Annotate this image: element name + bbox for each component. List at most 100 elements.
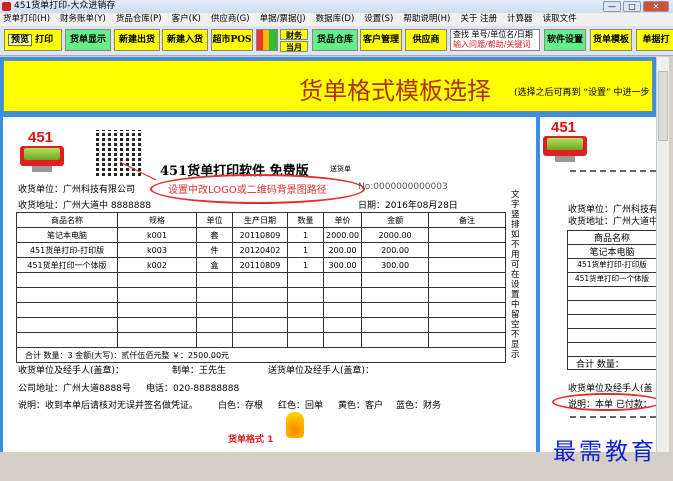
- pos-button[interactable]: 超市POS: [211, 29, 253, 51]
- preview-print-button[interactable]: 预览 打印: [4, 29, 62, 51]
- search-label: 查找 单号/单位名/日期: [453, 30, 533, 39]
- cell: 20120402: [232, 242, 288, 258]
- preview-button[interactable]: 预览: [8, 34, 33, 46]
- col-unit: 单位: [196, 212, 233, 228]
- software-settings-button[interactable]: 软件设置: [544, 29, 586, 51]
- format-label[interactable]: 货单格式 1: [228, 432, 273, 445]
- warehouse-button[interactable]: 货品仓库: [312, 29, 358, 51]
- logo-text: 451: [28, 129, 54, 146]
- total-text: 合计 数量：3 金额(大写)：贰仟伍佰元整 ￥：2500.00元: [16, 347, 506, 363]
- banner-note: (选择之后可再到 “设置” 中进一步: [514, 88, 650, 98]
- copy-yellow: 黄色：客户: [338, 401, 384, 411]
- vertical-text: 文字 竖排 如不用可在设置中留空不显示: [511, 190, 520, 360]
- annotation-text: 设置中改LOGO或二维码背景图路径: [168, 185, 327, 196]
- cell: 件: [196, 242, 233, 258]
- print-button[interactable]: 打印: [35, 35, 53, 45]
- maker: 制单：王先生: [172, 366, 227, 376]
- col-date: 生产日期: [232, 212, 288, 228]
- cell: 300.00: [361, 257, 430, 273]
- menu-print[interactable]: 货单打印(H): [3, 13, 50, 26]
- documents-button[interactable]: 单据打: [636, 29, 673, 51]
- show-invoice-button[interactable]: 货单显示: [65, 29, 111, 51]
- new-inbound-button[interactable]: 新建入货: [162, 29, 208, 51]
- chart-icon: [256, 29, 278, 51]
- title-bar: 451货单打印-大众进销存 — □ ✕: [0, 0, 673, 13]
- maximize-button[interactable]: □: [623, 1, 641, 12]
- copy-white: 白色：存根: [218, 401, 264, 411]
- cell: 20110809: [232, 227, 288, 243]
- sender-signature: 送货单位及经手人(盖章)：: [268, 366, 375, 376]
- col-price: 单价: [322, 212, 363, 228]
- address-2: 收货地址：广州大道中: [568, 217, 656, 227]
- menu-about[interactable]: 关于 注册: [460, 13, 497, 26]
- menu-finance[interactable]: 财务账单(Y): [60, 13, 106, 26]
- banner-title: 货单格式模板选择: [299, 77, 491, 105]
- scrollbar-thumb[interactable]: [658, 71, 668, 141]
- menu-settings[interactable]: 设置(S): [364, 13, 393, 26]
- cell: 200.00: [361, 242, 430, 258]
- company-address: 公司地址：广州大道8888号: [18, 384, 131, 394]
- menu-warehouse[interactable]: 货品仓库(P): [116, 13, 162, 26]
- table-row: 451货单打印一个体版 k002 盒 20110809 1 300.00 300.00: [16, 257, 506, 273]
- table-row: [16, 302, 506, 318]
- cell: 笔记本电脑: [16, 227, 118, 243]
- cell: [428, 257, 506, 273]
- phone: 电话：020-88888888: [146, 384, 240, 394]
- table-row: [16, 317, 506, 333]
- cell: 451货单打印-打印版: [16, 242, 118, 258]
- cell: 20110809: [232, 257, 288, 273]
- total-row: 合计 数量：3 金额(大写)：贰仟伍佰元整 ￥：2500.00元: [16, 347, 506, 363]
- new-outbound-button[interactable]: 新建出货: [114, 29, 160, 51]
- cell: 451货单打印一个体版: [16, 257, 118, 273]
- cell: 套: [196, 227, 233, 243]
- menu-supplier[interactable]: 供应商(G): [211, 13, 250, 26]
- col-remark: 备注: [428, 212, 506, 228]
- menu-calculator[interactable]: 计算器: [507, 13, 533, 26]
- table-row: 451货单打印一个体版: [568, 273, 656, 287]
- supplier-button[interactable]: 供应商: [405, 29, 447, 51]
- app-icon: [2, 2, 11, 11]
- cell: 2000.00: [361, 227, 430, 243]
- table-row: [16, 287, 506, 303]
- template-banner: 货单格式模板选择 (选择之后可再到 “设置” 中进一步: [3, 60, 653, 112]
- table-row: 451货单打印-打印版 k003 件 20120402 1 200.00 200.00: [16, 242, 506, 258]
- cell: 1: [287, 242, 324, 258]
- cell: 2000.00: [322, 227, 363, 243]
- annotation-arrow: [119, 161, 157, 181]
- window-title: 451货单打印-大众进销存: [14, 1, 116, 11]
- hand-cursor-icon: [286, 412, 304, 438]
- cell: 300.00: [322, 257, 363, 273]
- cell: k003: [117, 242, 197, 258]
- menu-customer[interactable]: 客户(K): [172, 13, 201, 26]
- menu-database[interactable]: 数据库(D): [316, 13, 355, 26]
- menu-documents[interactable]: 单据/票据(J): [260, 13, 306, 26]
- cell: k002: [117, 257, 197, 273]
- table-row: 笔记本电脑 k001 套 20110809 1 2000.00 2000.00: [16, 227, 506, 243]
- cell: 盒: [196, 257, 233, 273]
- note-2: 说明：本单 已付款：: [568, 400, 652, 410]
- close-button[interactable]: ✕: [643, 1, 669, 12]
- search-input[interactable]: 查找 单号/单位名/日期 输入问题/帮助/关键词: [450, 29, 540, 51]
- cell: 200.00: [322, 242, 363, 258]
- dashed-divider: [570, 170, 656, 172]
- finance-button[interactable]: 财务: [280, 29, 308, 40]
- receiver-address: 收货地址：广州大道中 8888888: [18, 201, 151, 211]
- cell: 1: [287, 257, 324, 273]
- receiver: 收货单位：广州科技有限公司: [18, 185, 136, 195]
- minimize-button[interactable]: —: [603, 1, 621, 12]
- col-name: 商品名称: [16, 212, 118, 228]
- copy-blue: 蓝色：财务: [396, 401, 442, 411]
- receiver-signature: 收货单位及经手人(盖章)：: [18, 366, 125, 376]
- month-button[interactable]: 当月: [280, 41, 308, 52]
- table-row: [16, 272, 506, 288]
- table-header: 商品名称 规格 单位 生产日期 数量 单价 金额 备注: [16, 212, 506, 228]
- cell: 1: [287, 227, 324, 243]
- search-hint: 输入问题/帮助/关键词: [453, 40, 531, 49]
- menu-read-file[interactable]: 读取文件: [543, 13, 577, 26]
- vertical-scrollbar[interactable]: [656, 57, 669, 452]
- menu-help[interactable]: 帮助说明(H): [403, 13, 450, 26]
- watermark: 最需教育: [553, 439, 657, 465]
- col-amount: 金额: [361, 212, 430, 228]
- customer-manage-button[interactable]: 客户管理: [360, 29, 402, 51]
- template-button[interactable]: 货单模板: [590, 29, 632, 51]
